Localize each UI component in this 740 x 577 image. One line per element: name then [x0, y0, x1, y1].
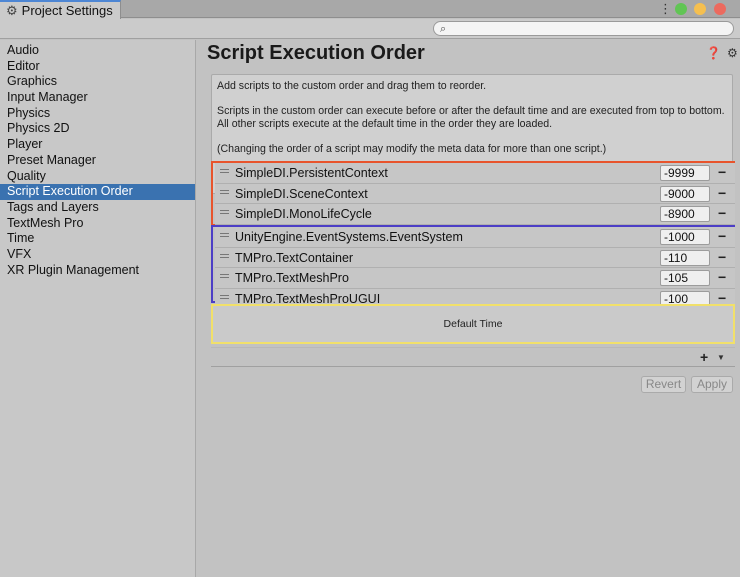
- revert-button[interactable]: Revert: [641, 376, 686, 393]
- script-row[interactable]: TMPro.TextMeshPro -105 −: [215, 268, 735, 289]
- sidebar-item-textmesh-pro[interactable]: TextMesh Pro: [0, 216, 195, 232]
- group-highlight-red: SimpleDI.PersistentContext -9999 − Simpl…: [211, 161, 735, 226]
- script-row[interactable]: TMPro.TextContainer -110 −: [215, 247, 735, 268]
- drag-handle-icon[interactable]: [220, 253, 229, 258]
- remove-button[interactable]: −: [718, 185, 726, 201]
- script-row[interactable]: SimpleDI.SceneContext -9000 −: [215, 183, 735, 204]
- page-title: Script Execution Order: [207, 42, 425, 64]
- search-icon: ⌕: [440, 22, 447, 35]
- sidebar-item-quality[interactable]: Quality: [0, 169, 195, 185]
- gear-icon: ⚙: [6, 2, 18, 18]
- minimize-button[interactable]: [694, 3, 706, 15]
- order-field[interactable]: -8900: [660, 206, 710, 222]
- close-button[interactable]: [714, 3, 726, 15]
- tab-title: Project Settings: [21, 3, 113, 18]
- drag-handle-icon[interactable]: [220, 233, 229, 237]
- order-field[interactable]: -110: [660, 249, 710, 266]
- script-name: SimpleDI.MonoLifeCycle: [235, 207, 372, 221]
- script-row[interactable]: UnityEngine.EventSystems.EventSystem -10…: [215, 227, 735, 248]
- add-script-button[interactable]: +: [700, 349, 708, 365]
- sidebar-item-tags-and-layers[interactable]: Tags and Layers: [0, 200, 195, 216]
- drag-handle-icon[interactable]: [220, 210, 229, 214]
- order-field[interactable]: -1000: [660, 229, 710, 245]
- sidebar-item-xr-plugin-management[interactable]: XR Plugin Management: [0, 263, 195, 279]
- list-footer: + ▼: [211, 347, 735, 367]
- search-input[interactable]: ⌕: [433, 21, 734, 36]
- drag-handle-icon[interactable]: [220, 294, 229, 299]
- remove-button[interactable]: −: [718, 164, 726, 180]
- maximize-button[interactable]: [675, 3, 687, 15]
- sidebar-item-audio[interactable]: Audio: [0, 43, 195, 59]
- script-row[interactable]: SimpleDI.MonoLifeCycle -8900 −: [215, 204, 735, 225]
- sidebar-item-physics[interactable]: Physics: [0, 106, 195, 122]
- order-field[interactable]: -9000: [660, 185, 710, 202]
- help-icon[interactable]: ❓: [706, 46, 721, 60]
- sidebar-item-vfx[interactable]: VFX: [0, 247, 195, 263]
- drag-handle-icon[interactable]: [220, 189, 229, 194]
- help-text-2: Scripts in the custom order can execute …: [217, 105, 725, 130]
- remove-button[interactable]: −: [718, 269, 726, 285]
- script-name: TMPro.TextMeshPro: [235, 271, 349, 285]
- help-text-1: Add scripts to the custom order and drag…: [217, 80, 487, 92]
- header-icons: ❓ ⚙: [700, 46, 738, 60]
- apply-button[interactable]: Apply: [691, 376, 733, 393]
- remove-button[interactable]: −: [718, 205, 726, 221]
- more-options-icon[interactable]: ⋮: [659, 1, 672, 17]
- remove-button[interactable]: −: [718, 228, 726, 244]
- script-name: TMPro.TextContainer: [235, 250, 354, 265]
- order-field[interactable]: -9999: [660, 165, 710, 181]
- group-highlight-blue: UnityEngine.EventSystems.EventSystem -10…: [211, 225, 735, 309]
- main-panel: Script Execution Order ❓ ⚙ Add scripts to…: [197, 40, 740, 577]
- remove-button[interactable]: −: [718, 249, 726, 265]
- drag-handle-icon[interactable]: [220, 169, 229, 173]
- script-row[interactable]: SimpleDI.PersistentContext -9999 −: [215, 163, 735, 184]
- sidebar-item-preset-manager[interactable]: Preset Manager: [0, 153, 195, 169]
- sidebar-item-time[interactable]: Time: [0, 231, 195, 247]
- project-settings-tab[interactable]: ⚙ Project Settings: [0, 0, 121, 19]
- sidebar-item-editor[interactable]: Editor: [0, 59, 195, 75]
- title-bar: ⚙ Project Settings ⋮: [0, 0, 740, 19]
- sidebar-item-graphics[interactable]: Graphics: [0, 74, 195, 90]
- sidebar-item-script-execution-order[interactable]: Script Execution Order: [0, 184, 195, 200]
- script-name: UnityEngine.EventSystems.EventSystem: [235, 230, 463, 244]
- settings-sidebar: Audio Editor Graphics Input Manager Phys…: [0, 40, 196, 577]
- drag-handle-icon[interactable]: [220, 274, 229, 278]
- help-text-3: (Changing the order of a script may modi…: [217, 142, 607, 155]
- default-time-row: Default Time: [211, 304, 735, 344]
- order-field[interactable]: -105: [660, 270, 710, 286]
- sidebar-item-input-manager[interactable]: Input Manager: [0, 90, 195, 106]
- chevron-down-icon[interactable]: ▼: [717, 353, 725, 362]
- sidebar-item-player[interactable]: Player: [0, 137, 195, 153]
- settings-gear-icon[interactable]: ⚙: [727, 46, 738, 60]
- sidebar-item-physics-2d[interactable]: Physics 2D: [0, 121, 195, 137]
- toolbar: ⌕: [0, 19, 740, 39]
- script-name: SimpleDI.SceneContext: [235, 186, 368, 201]
- script-name: SimpleDI.PersistentContext: [235, 166, 388, 180]
